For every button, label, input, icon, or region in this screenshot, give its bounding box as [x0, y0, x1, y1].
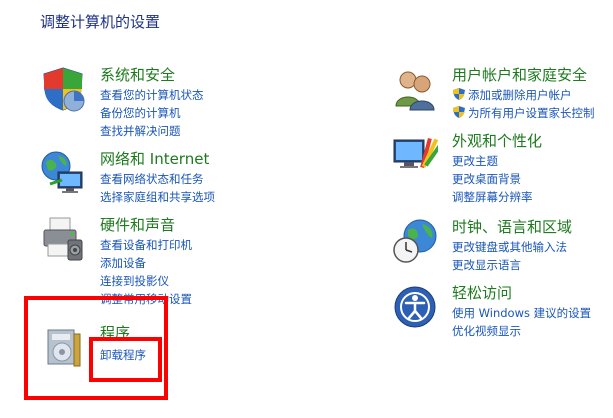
printer-icon[interactable] [40, 216, 86, 262]
link-homegroup-sharing[interactable]: 选择家庭组和共享选项 [100, 188, 215, 206]
uac-shield-icon [453, 88, 465, 100]
shield-icon[interactable] [40, 66, 86, 112]
page-title: 调整计算机的设置 [40, 13, 161, 31]
link-backup-computer[interactable]: 备份您的计算机 [100, 104, 204, 122]
link-change-desktop-background[interactable]: 更改桌面背景 [452, 170, 533, 188]
category-title[interactable]: 时钟、语言和区域 [452, 218, 572, 236]
appearance-monitor-icon[interactable] [392, 132, 438, 178]
link-network-status[interactable]: 查看网络状态和任务 [100, 170, 215, 188]
category-title[interactable]: 系统和安全 [100, 66, 175, 84]
category-title[interactable]: 程序 [100, 324, 130, 342]
network-globe-icon[interactable] [40, 150, 86, 196]
link-change-keyboard[interactable]: 更改键盘或其他输入法 [452, 238, 567, 256]
ease-of-access-icon[interactable] [392, 284, 438, 330]
link-change-display-language[interactable]: 更改显示语言 [452, 256, 567, 274]
clock-globe-icon[interactable] [392, 218, 438, 264]
link-adjust-resolution[interactable]: 调整屏幕分辨率 [452, 188, 533, 206]
link-devices-printers[interactable]: 查看设备和打印机 [100, 236, 192, 254]
link-connect-projector[interactable]: 连接到投影仪 [100, 272, 192, 290]
category-title[interactable]: 网络和 Internet [100, 150, 209, 168]
link-add-device[interactable]: 添加设备 [100, 254, 192, 272]
link-parental-controls[interactable]: 为所有用户设置家长控制 [452, 104, 595, 122]
category-title[interactable]: 用户帐户和家庭安全 [452, 66, 587, 84]
link-troubleshoot[interactable]: 查找并解决问题 [100, 122, 204, 140]
link-view-computer-status[interactable]: 查看您的计算机状态 [100, 86, 204, 104]
uac-shield-icon [453, 106, 465, 118]
link-uninstall-program[interactable]: 卸载程序 [100, 346, 146, 364]
category-title[interactable]: 硬件和声音 [100, 216, 175, 234]
link-change-theme[interactable]: 更改主题 [452, 152, 533, 170]
programs-box-icon[interactable] [40, 324, 86, 370]
link-optimize-video-display[interactable]: 优化视频显示 [452, 322, 591, 340]
link-mobility-settings[interactable]: 调整常用移动设置 [100, 290, 192, 308]
link-windows-recommended-settings[interactable]: 使用 Windows 建议的设置 [452, 304, 591, 322]
users-icon[interactable] [392, 66, 438, 112]
category-title[interactable]: 轻松访问 [452, 284, 512, 302]
link-add-remove-users[interactable]: 添加或删除用户帐户 [452, 86, 595, 104]
category-title[interactable]: 外观和个性化 [452, 132, 542, 150]
